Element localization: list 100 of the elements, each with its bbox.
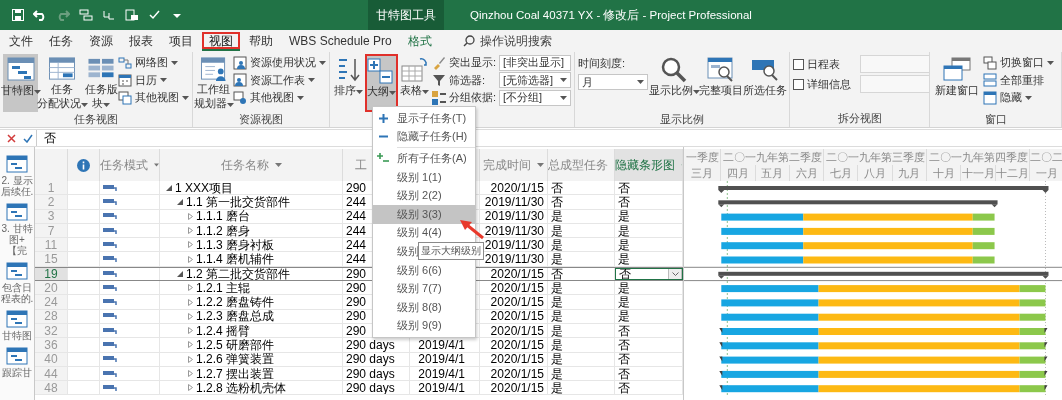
ribbon-button[interactable]: 日历 [118, 71, 189, 89]
view-button[interactable]: 3. 甘特图+【完 [0, 203, 34, 256]
expand-triangle-icon[interactable] [188, 284, 193, 292]
person-sheet-icon [233, 55, 247, 70]
table-icon [47, 56, 78, 82]
dropdown-button[interactable] [668, 268, 682, 280]
checkbox[interactable] [793, 78, 804, 90]
ribbon-tab[interactable]: 帮助 [242, 31, 280, 51]
menu-item[interactable]: 隐藏子任务(H) [373, 127, 475, 147]
table-cell: 是 [615, 209, 683, 223]
timescale-label: 一月 [1029, 165, 1062, 181]
task-name: 1.1.4 磨机辅件 [196, 252, 275, 266]
menu-item[interactable]: 显示子任务(T) [373, 109, 475, 128]
ribbon-tab[interactable]: 文件 [2, 31, 40, 51]
task-name: 1.2.6 弹簧装置 [196, 352, 275, 366]
ribbon-button[interactable]: 工作组 规划器 [196, 54, 231, 112]
field-label: 时间刻度: [578, 56, 627, 71]
expand-triangle-icon[interactable] [188, 255, 193, 263]
ribbon-tab[interactable]: WBS Schedule Pro [282, 31, 399, 51]
expand-triangle-icon[interactable] [188, 341, 193, 349]
table-cell: 是 [615, 309, 683, 323]
dropdown-field[interactable]: 月 [578, 74, 648, 90]
table-cell: 2020/1/15 [480, 309, 548, 323]
info-icon [77, 158, 90, 172]
task-mode-icon [103, 312, 117, 321]
expand-triangle-icon[interactable] [188, 327, 193, 335]
row-number: 36 [35, 338, 68, 352]
collapse-triangle-icon[interactable] [177, 198, 183, 205]
ribbon-button[interactable]: 新建窗口 [933, 54, 981, 112]
view-button[interactable]: 甘特图 [0, 310, 34, 341]
timescale-label: 十月 [927, 165, 962, 181]
view-button[interactable]: 2. 显示后续任. [0, 155, 34, 197]
ribbon-tab[interactable]: 项目 [162, 31, 200, 51]
ribbon-button[interactable]: 任务版 块 [86, 54, 116, 112]
cell-editor[interactable]: 否 [615, 267, 683, 281]
formula-field[interactable]: 否 [37, 129, 56, 147]
row-number: 20 [35, 281, 68, 295]
table-cell: 是 [548, 238, 615, 252]
ribbon-button[interactable]: 资源工作表 [233, 71, 326, 89]
task-name: 1.1.3 磨身衬板 [196, 238, 275, 252]
collapse-triangle-icon[interactable] [177, 270, 183, 277]
ribbon-button[interactable]: 完整项目 [700, 54, 742, 112]
ribbon-tab[interactable]: 资源 [82, 31, 120, 51]
menu-item[interactable]: 所有子任务(A) [373, 149, 475, 168]
gantt-chart-icon [6, 347, 28, 365]
search-field[interactable]: 操作说明搜索 [479, 32, 552, 50]
ribbon-button[interactable]: 所选任务 [744, 54, 786, 112]
ribbon-button[interactable]: 资源使用状况 [233, 54, 326, 72]
gantt-chart-icon [6, 262, 28, 280]
save-icon[interactable] [12, 9, 24, 21]
ribbon-button[interactable]: 显示比例 [650, 54, 699, 112]
group-label: 显示比例 [659, 112, 705, 127]
timescale-label: 七月 [824, 165, 859, 181]
ribbon-button[interactable]: 排序 [333, 54, 363, 112]
view-icon[interactable] [125, 9, 139, 21]
view-button[interactable]: 跟踪甘 [0, 347, 34, 378]
layout-icon[interactable] [79, 9, 93, 21]
ribbon-button[interactable]: 其他视图 [233, 89, 326, 107]
checkbox[interactable] [793, 58, 804, 70]
expand-triangle-icon[interactable] [188, 298, 193, 306]
enter-icon[interactable] [23, 133, 33, 143]
ribbon-button[interactable]: 切换窗口 [983, 54, 1054, 72]
menu-item[interactable]: 级别 3(3) [373, 204, 475, 224]
cancel-icon[interactable] [7, 133, 16, 143]
row-number: 15 [35, 252, 68, 266]
table-cell: 290 days [343, 352, 410, 366]
group-icon [431, 90, 446, 105]
ribbon-button[interactable]: 隐藏 [983, 89, 1054, 107]
ribbon-tab[interactable]: 格式 [400, 31, 439, 51]
ribbon-button[interactable]: 大纲 [365, 54, 398, 112]
customize-icon[interactable] [173, 11, 181, 19]
ribbon-tab[interactable]: 任务 [42, 31, 80, 51]
task-mode-icon [103, 369, 117, 378]
task-name: 1 XXX项目 [175, 181, 234, 195]
ribbon-button[interactable]: 全部重排 [983, 71, 1054, 89]
task-mode-icon [103, 183, 117, 192]
undo-icon[interactable] [33, 9, 47, 21]
task-name: 1.2 第二批交货部件 [186, 267, 290, 281]
expand-triangle-icon[interactable] [188, 241, 193, 249]
ribbon-button[interactable]: 网络图 [118, 54, 189, 72]
table-cell: 2020/1/15 [480, 281, 548, 295]
expand-triangle-icon[interactable] [188, 355, 193, 363]
column-header[interactable]: 隐藏条形图 [615, 149, 683, 181]
expand-triangle-icon[interactable] [188, 227, 193, 235]
dropdown-field[interactable]: [不分组] [499, 89, 571, 106]
dropdown-field[interactable]: [无筛选器] [499, 72, 571, 89]
ribbon-tab[interactable]: 报表 [122, 31, 160, 51]
ribbon-tab[interactable]: 视图 [202, 31, 240, 51]
collapse-triangle-icon[interactable] [166, 184, 172, 191]
link-tasks-icon[interactable] [102, 9, 116, 21]
gantt-chart-icon [5, 56, 36, 83]
expand-triangle-icon[interactable] [188, 384, 193, 392]
ribbon-button[interactable]: 其他视图 [118, 89, 189, 107]
view-button[interactable]: 包含日程表的. [0, 262, 34, 304]
dropdown-field[interactable]: [非突出显示] [499, 54, 571, 71]
expand-triangle-icon[interactable] [188, 370, 193, 377]
tooltip: 显示大纲级别 [418, 242, 484, 260]
task-mode-icon [103, 383, 117, 392]
expand-triangle-icon[interactable] [188, 312, 193, 320]
expand-triangle-icon[interactable] [188, 212, 193, 220]
